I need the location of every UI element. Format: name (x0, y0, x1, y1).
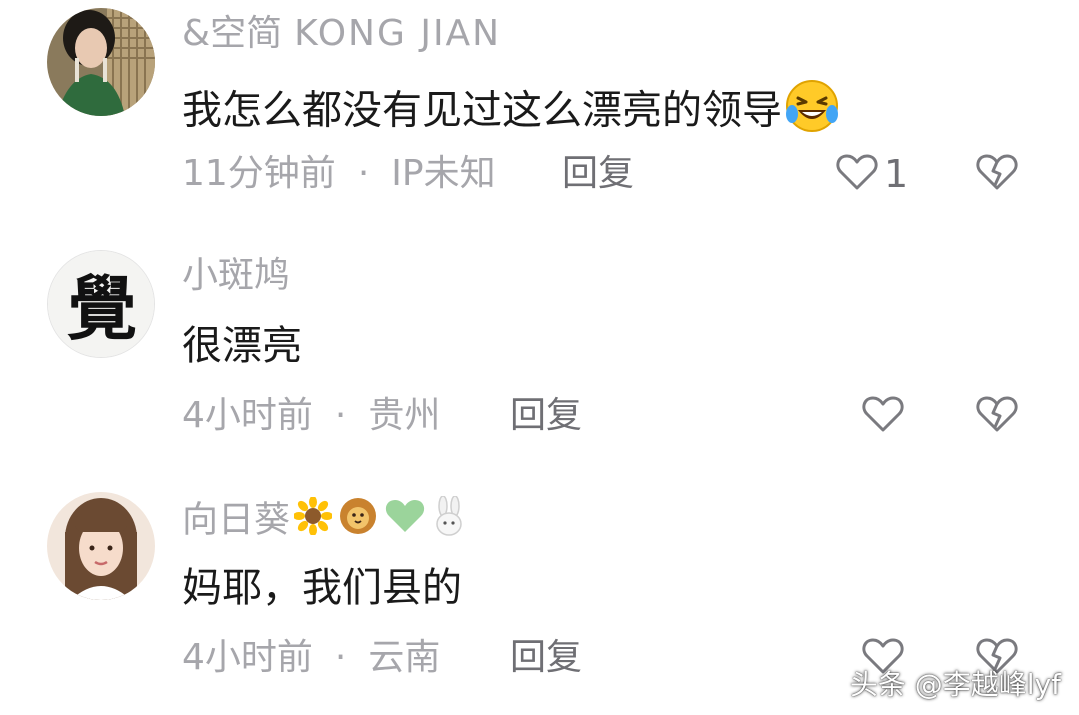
svg-text:覺: 覺 (67, 267, 137, 350)
username-emojis (293, 495, 472, 547)
comment-meta: 4小时前 · 云南 (182, 636, 440, 680)
comment-list: &空简 KONG JIAN 我怎么都没有见过这么漂亮的领导 11分钟前 · IP未知 … (0, 0, 1079, 715)
username-latin: KONG JIAN (294, 13, 502, 54)
rolling-on-floor-laughing-emoji-icon (784, 78, 840, 147)
avatar[interactable] (47, 492, 155, 600)
comment-text: 很漂亮 (182, 323, 302, 369)
comment-time: 11分钟前 (182, 153, 336, 194)
like-button[interactable]: 1 (836, 152, 908, 196)
watermark: 头条 @李越峰lyf (849, 668, 1061, 701)
username[interactable]: &空简 KONG JIAN (182, 12, 501, 56)
comment-location: IP未知 (391, 153, 496, 194)
lion-icon (338, 497, 378, 546)
dislike-button[interactable] (976, 152, 1018, 196)
comment-text: 我怎么都没有见过这么漂亮的领导 (182, 78, 840, 147)
comment-time: 4小时前 (182, 395, 313, 436)
broken-heart-icon (976, 395, 1018, 437)
reply-button[interactable]: 回复 (562, 152, 634, 196)
comment-meta: 4小时前 · 贵州 (182, 394, 440, 438)
reply-button[interactable]: 回复 (510, 394, 582, 438)
username-cn: &空简 (182, 13, 283, 54)
comment-body: 我怎么都没有见过这么漂亮的领导 (182, 87, 782, 134)
comment-text: 妈耶，我们县的 (182, 565, 462, 611)
meta-separator: · (357, 153, 370, 194)
avatar[interactable]: 覺 (47, 250, 155, 358)
heart-icon (836, 153, 878, 195)
meta-separator: · (334, 637, 347, 678)
username[interactable]: 小斑鸠 (182, 254, 290, 298)
username-cn: 向日葵 (182, 499, 291, 541)
green-heart-icon (384, 497, 426, 546)
avatar[interactable] (47, 8, 155, 116)
comment-location: 贵州 (368, 395, 441, 436)
username[interactable]: 向日葵 (182, 495, 472, 547)
rabbit-icon (432, 495, 466, 547)
meta-separator: · (334, 395, 347, 436)
like-count: 1 (884, 152, 909, 196)
comment-meta: 11分钟前 · IP未知 (182, 152, 496, 196)
broken-heart-icon (976, 153, 1018, 195)
like-button[interactable] (862, 394, 904, 438)
comment-time: 4小时前 (182, 637, 313, 678)
reply-button[interactable]: 回复 (510, 636, 582, 680)
dislike-button[interactable] (976, 394, 1018, 438)
comment-location: 云南 (368, 637, 441, 678)
sunflower-icon (293, 496, 334, 546)
heart-icon (862, 395, 904, 437)
